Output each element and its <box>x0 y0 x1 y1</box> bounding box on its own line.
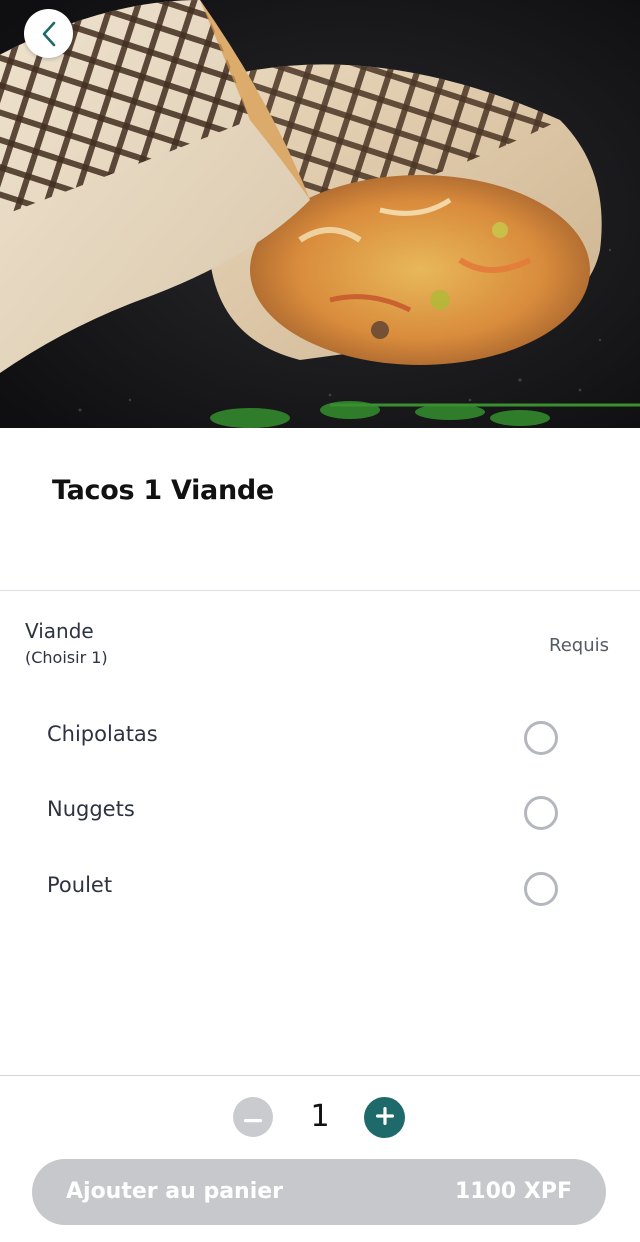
option-poulet[interactable]: Poulet <box>0 851 640 926</box>
quantity-value: 1 <box>310 1099 330 1134</box>
required-label: Requis <box>549 635 609 656</box>
chevron-left-icon <box>39 20 59 48</box>
option-group-name: Viande <box>25 619 94 643</box>
option-group-header: Viande (Choisir 1) Requis <box>0 592 640 682</box>
tacos-photo-illustration <box>0 0 640 428</box>
option-chipolatas[interactable]: Chipolatas <box>0 700 640 775</box>
product-title: Tacos 1 Viande <box>52 475 274 506</box>
add-to-cart-label: Ajouter au panier <box>66 1179 284 1204</box>
radio-button[interactable] <box>524 721 558 755</box>
option-label: Chipolatas <box>47 722 158 746</box>
back-button[interactable] <box>24 9 73 58</box>
plus-icon <box>375 1106 395 1130</box>
option-group-hint: (Choisir 1) <box>25 648 108 667</box>
add-to-cart-button[interactable]: Ajouter au panier 1100 XPF <box>32 1159 606 1225</box>
total-price: 1100 XPF <box>454 1179 572 1204</box>
minus-icon <box>244 1108 262 1127</box>
option-label: Nuggets <box>47 797 135 821</box>
increase-quantity-button[interactable] <box>364 1097 405 1138</box>
order-footer: 1 Ajouter au panier 1100 XPF <box>0 1075 640 1242</box>
radio-button[interactable] <box>524 872 558 906</box>
product-image <box>0 0 640 428</box>
decrease-quantity-button[interactable] <box>233 1097 273 1137</box>
radio-button[interactable] <box>524 796 558 830</box>
option-nuggets[interactable]: Nuggets <box>0 775 640 850</box>
product-header: Tacos 1 Viande <box>0 428 640 591</box>
option-label: Poulet <box>47 873 113 897</box>
